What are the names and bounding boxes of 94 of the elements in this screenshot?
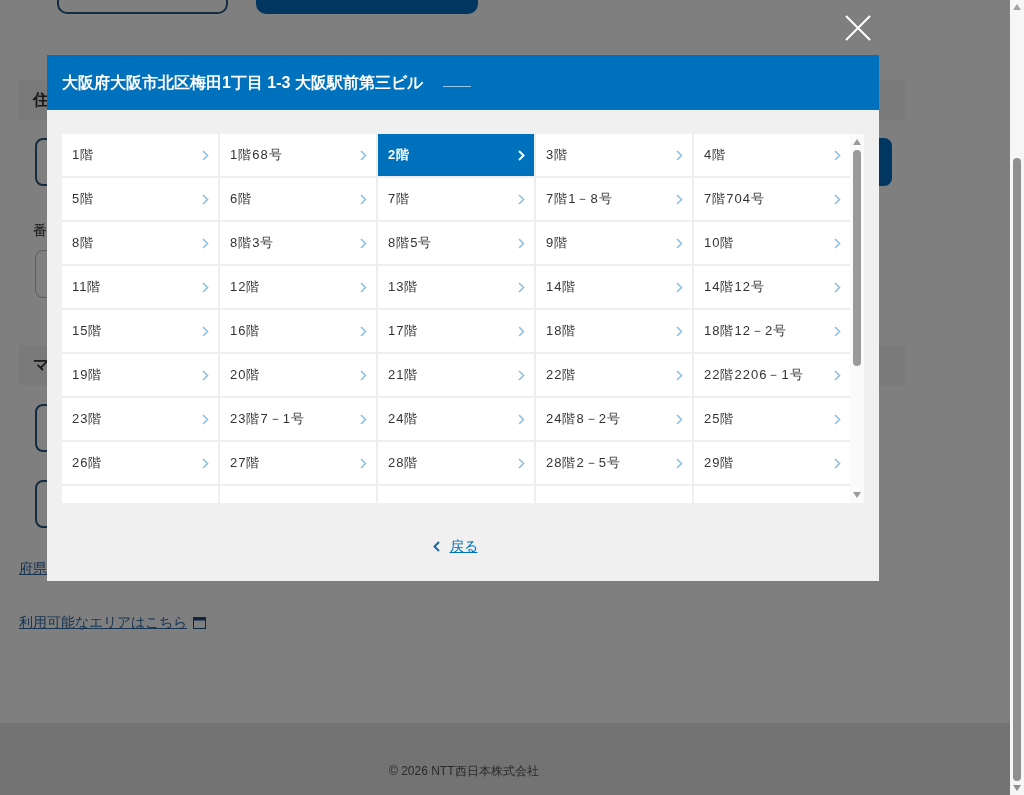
list-item[interactable]: 24階 [378,398,534,440]
list-item[interactable]: 8階 [62,222,218,264]
chevron-right-icon [834,369,841,381]
list-item[interactable]: 19階 [62,354,218,396]
chevron-right-icon [360,413,367,425]
list-item[interactable]: 12階 [220,266,376,308]
list-item[interactable]: 7階1－8号 [536,178,692,220]
chevron-right-icon [360,369,367,381]
chevron-right-icon [834,281,841,293]
chevron-right-icon [518,281,525,293]
chevron-right-icon [676,149,683,161]
chevron-right-icon [202,325,209,337]
list-item[interactable]: 14階 [536,266,692,308]
list-item[interactable]: 26階 [62,442,218,484]
chevron-right-icon [202,369,209,381]
underline-mark [442,86,471,87]
chevron-right-icon [360,281,367,293]
list-item[interactable]: 17階 [378,310,534,352]
scrollbar-thumb[interactable] [1013,158,1021,781]
chevron-right-icon [360,237,367,249]
list-item[interactable]: 14階12号 [694,266,850,308]
chevron-right-icon [518,149,525,161]
chevron-right-icon [834,325,841,337]
chevron-right-icon [834,457,841,469]
copyright-text: © 2026 NTT西日本株式会社 [389,763,539,780]
chevron-right-icon [360,325,367,337]
list-item[interactable]: 3階 [536,134,692,176]
list-item[interactable]: 10階 [694,222,850,264]
list-item[interactable]: 6階 [220,178,376,220]
chevron-right-icon [360,193,367,205]
list-item[interactable]: 16階 [220,310,376,352]
list-item[interactable]: 9階 [536,222,692,264]
chevron-right-icon [518,369,525,381]
chevron-right-icon [518,457,525,469]
list-item[interactable]: 18階12－2号 [694,310,850,352]
list-item[interactable]: 23階7－1号 [220,398,376,440]
chevron-right-icon [202,149,209,161]
list-item[interactable]: 7階 [378,178,534,220]
scroll-up-arrow-icon[interactable] [853,139,861,145]
field-label: 番 [33,222,47,238]
list-item[interactable]: 13階 [378,266,534,308]
chevron-right-icon [202,457,209,469]
chevron-right-icon [676,369,683,381]
chevron-right-icon [518,325,525,337]
list-item[interactable]: 11階 [62,266,218,308]
chevron-right-icon [360,457,367,469]
list-item[interactable]: 5階 [62,178,218,220]
chevron-right-icon [834,193,841,205]
chevron-right-icon [676,457,683,469]
list-item[interactable]: 20階 [220,354,376,396]
scroll-down-arrow-icon[interactable] [853,492,861,498]
list-item[interactable]: 15階 [62,310,218,352]
chevron-right-icon [202,281,209,293]
list-item[interactable]: 22階 [536,354,692,396]
close-button[interactable] [844,14,872,42]
chevron-right-icon [360,149,367,161]
chevron-right-icon [202,237,209,249]
chevron-right-icon [676,281,683,293]
list-item[interactable]: 1階68号 [220,134,376,176]
chevron-right-icon [676,237,683,249]
chevron-left-icon [432,541,440,552]
list-item[interactable]: 27階 [220,442,376,484]
list-item[interactable]: 24階8－2号 [536,398,692,440]
close-icon [845,15,871,41]
list-item[interactable]: 8階3号 [220,222,376,264]
chevron-right-icon [518,193,525,205]
list-item[interactable]: 28階 [378,442,534,484]
list-item[interactable]: 1階 [62,134,218,176]
list-item[interactable]: 4階 [694,134,850,176]
list-item[interactable]: 29階 [694,442,850,484]
chevron-right-icon [834,237,841,249]
chevron-right-icon [202,413,209,425]
list-item[interactable]: 18階 [536,310,692,352]
window-icon [193,616,206,629]
chevron-right-icon [834,149,841,161]
chevron-right-icon [676,193,683,205]
list-item[interactable]: 7階704号 [694,178,850,220]
chevron-right-icon [202,193,209,205]
chevron-right-icon [518,237,525,249]
scrollbar-thumb[interactable] [853,150,861,366]
scroll-up-arrow-icon[interactable] [1013,4,1021,10]
list-item[interactable]: 25階 [694,398,850,440]
back-link[interactable]: 戻る [432,536,478,557]
chevron-right-icon [834,413,841,425]
chevron-right-icon [676,325,683,337]
chevron-right-icon [518,413,525,425]
chevron-right-icon [676,413,683,425]
list-item[interactable]: 2階 [378,134,534,176]
list-item[interactable]: 28階2－5号 [536,442,692,484]
list-item[interactable]: 23階 [62,398,218,440]
list-item[interactable]: 22階2206－1号 [694,354,850,396]
list-item[interactable]: 21階 [378,354,534,396]
scroll-down-arrow-icon[interactable] [1013,785,1021,791]
list-item[interactable]: 8階5号 [378,222,534,264]
